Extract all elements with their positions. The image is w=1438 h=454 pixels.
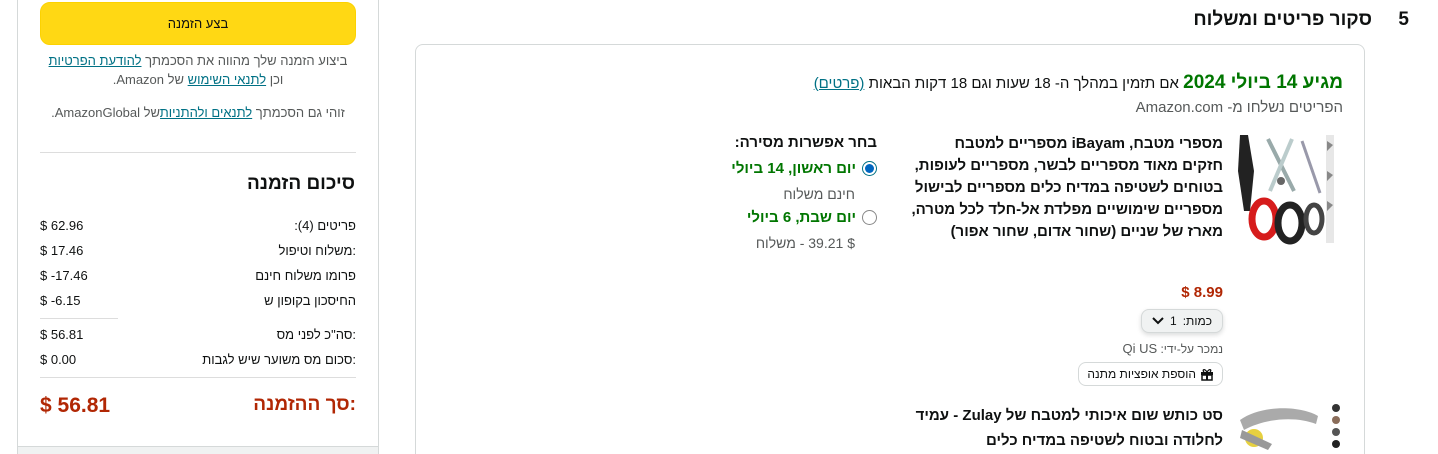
summary-row-label: פריטים (4):: [294, 218, 356, 233]
summary-row-label: פרומו משלוח חינם: [255, 268, 356, 283]
delivery-estimate: מגיע 14 ביולי 2024 אם תזמין במהלך ה- 18 …: [814, 72, 1343, 94]
legal-text: וכן: [266, 72, 284, 87]
summary-row-label: :משלוח וטיפול: [278, 243, 356, 258]
summary-row-value: $ 17.46: [40, 243, 84, 258]
summary-footer: [18, 446, 378, 454]
summary-row-shipping: :משלוח וטיפול $ 17.46: [40, 243, 356, 263]
add-gift-options-button[interactable]: הוספת אופציות מתנה: [1078, 362, 1223, 386]
divider: [40, 152, 356, 153]
product-image-scissors[interactable]: [1234, 131, 1338, 247]
summary-row-value: $ 62.96: [40, 218, 84, 233]
delivery-option-price: חינם משלוח: [783, 186, 855, 202]
place-order-button[interactable]: בצע הזמנה: [40, 2, 356, 45]
delivery-option-label: יום ראשון, 14 ביולי: [731, 160, 856, 177]
step-title: סקור פריטים ומשלוח: [1193, 9, 1372, 30]
order-total-value: $ 56.81: [40, 394, 111, 417]
step-number: 5: [1398, 9, 1409, 30]
summary-row-free-shipping-promo: פרומו משלוח חינם $ -17.46: [40, 268, 356, 288]
product-image-garlic-press[interactable]: [1232, 400, 1344, 454]
delivery-options-header: בחר אפשרות מסירה:: [734, 134, 877, 151]
radio-selected[interactable]: [862, 161, 877, 176]
delivery-option-1[interactable]: יום ראשון, 14 ביולי: [731, 160, 877, 177]
summary-row-value: $ -17.46: [40, 268, 88, 283]
order-total-label: :סך ההזמנה: [253, 394, 356, 415]
gift-icon: [1201, 369, 1213, 381]
chevron-down-icon: [1152, 317, 1164, 325]
quantity-dropdown[interactable]: כמות: 1: [1141, 309, 1223, 333]
arrival-date: מגיע 14 ביולי 2024: [1183, 72, 1343, 93]
sold-by: נמכר על-ידי: Qi US: [1122, 341, 1223, 356]
summary-row-value: $ 56.81: [40, 327, 84, 342]
scissors-icon: [1234, 131, 1338, 247]
summary-row-label: :סכום מס משוער שיש לגבות: [202, 352, 356, 367]
delivery-option-2[interactable]: יום שבת, 6 ביולי: [747, 209, 877, 226]
divider: [40, 377, 356, 378]
privacy-notice-link[interactable]: להודעת הפרטיות: [49, 53, 142, 68]
gift-options-label: הוספת אופציות מתנה: [1087, 367, 1196, 381]
quantity-value: 1: [1170, 314, 1177, 328]
summary-row-label: החיסכון בקופון ש: [264, 293, 356, 308]
product-title[interactable]: מספרי מטבח, iBayam מספריים למטבח חזקים מ…: [911, 133, 1223, 243]
summary-row-coupon: החיסכון בקופון ש $ -6.15: [40, 293, 356, 313]
order-summary-panel: בצע הזמנה ביצוע הזמנה שלך מהווה את הסכמת…: [17, 0, 379, 454]
divider: [40, 318, 118, 319]
seller-name: Qi US: [1122, 341, 1158, 356]
order-total: :סך ההזמנה $ 56.81: [40, 394, 356, 422]
summary-row-value: $ -6.15: [40, 293, 81, 308]
legal-notice: ביצוע הזמנה שלך מהווה את הסכמתך להודעת ה…: [40, 51, 356, 89]
global-terms-link[interactable]: לתנאים ולהתניות: [160, 105, 252, 120]
summary-row-value: $ 0.00: [40, 352, 77, 367]
quantity-label: כמות:: [1182, 314, 1212, 328]
radio-unselected[interactable]: [862, 210, 877, 225]
sold-by-label: נמכר על-ידי:: [1157, 342, 1223, 356]
shipped-from: הפריטים נשלחו מ- Amazon.com: [1135, 99, 1343, 116]
delivery-option-price: $ 39.21 - משלוח: [755, 235, 855, 251]
order-countdown: אם תזמין במהלך ה- 18 שעות וגם 18 דקות הב…: [864, 75, 1184, 92]
product-price: $ 8.99: [1181, 284, 1223, 301]
delivery-option-label: יום שבת, 6 ביולי: [746, 209, 856, 226]
summary-row-tax: :סכום מס משוער שיש לגבות $ 0.00: [40, 352, 356, 372]
legal-text: של AmazonGlobal.: [51, 105, 161, 120]
summary-title: סיכום הזמנה: [246, 173, 355, 194]
details-link[interactable]: (פרטים): [814, 75, 865, 92]
legal-text: זוהי גם הסכמתך: [252, 105, 345, 120]
legal-text: ביצוע הזמנה שלך מהווה את הסכמתך: [141, 53, 348, 68]
product-title[interactable]: סט כותש שום איכותי למטבח של Zulay - עמיד…: [911, 403, 1223, 453]
global-legal-notice: זוהי גם הסכמתך לתנאים ולהתניותשל AmazonG…: [40, 103, 356, 122]
garlic-press-icon: [1232, 400, 1344, 454]
legal-text: של Amazon.: [112, 72, 188, 87]
summary-row-items: פריטים (4): $ 62.96: [40, 218, 356, 238]
terms-of-use-link[interactable]: לתנאי השימוש: [188, 72, 266, 87]
summary-row-label: :סה"כ לפני מס: [276, 327, 356, 342]
summary-row-before-tax: :סה"כ לפני מס $ 56.81: [40, 327, 356, 347]
